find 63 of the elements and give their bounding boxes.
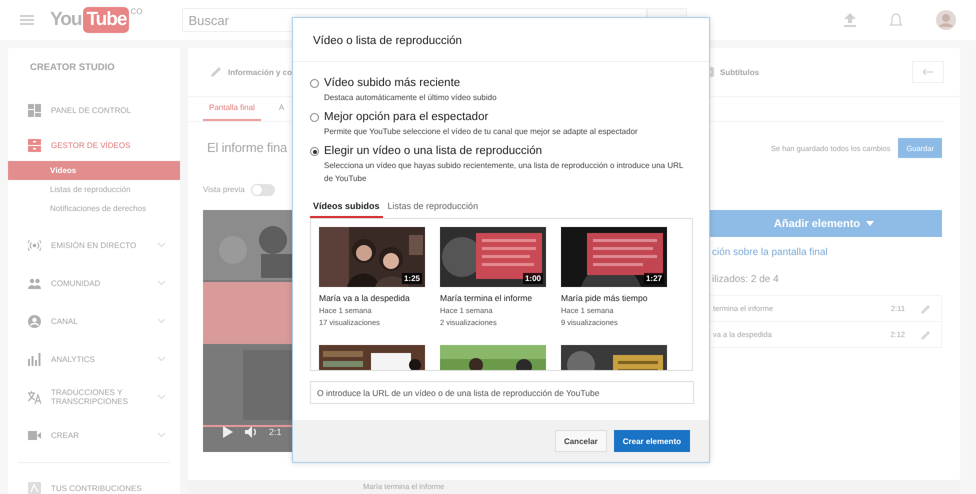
- pencil-icon[interactable]: [921, 304, 931, 314]
- video-title[interactable]: María pide más tiempo: [561, 293, 667, 303]
- sidebar-title: CREATOR STUDIO: [29, 62, 116, 75]
- avatar-icon[interactable]: [936, 10, 956, 30]
- people-icon: [28, 276, 41, 290]
- radio-button[interactable]: [310, 113, 319, 122]
- editor-tab[interactable]: Información y co: [210, 66, 700, 78]
- option-description: Permite que YouTube seleccione el vídeo de tu canal que mejor se adapte al espectador: [324, 126, 639, 138]
- dashboard-icon: [28, 104, 41, 116]
- video-title: El informe fina: [206, 139, 288, 157]
- sidebar-item[interactable]: EMISIÓN EN DIRECTO: [8, 226, 180, 264]
- url-field[interactable]: O introduce la URL de un vídeo o de una lista de reproducción de YouTube: [310, 381, 694, 404]
- duration-badge: 1:25: [402, 273, 422, 284]
- tab[interactable]: Listas de reproducción: [388, 201, 478, 218]
- radio-button[interactable]: [310, 147, 319, 156]
- video-title[interactable]: María termina el informe: [440, 293, 546, 303]
- duration-badge: 1:00: [522, 273, 543, 284]
- sidebar-item[interactable]: ANALYTICS: [8, 340, 180, 378]
- help-link[interactable]: ción sobre la pantalla final: [706, 247, 942, 258]
- back-arrow-icon: [923, 69, 933, 75]
- person-circle-icon: [28, 314, 41, 328]
- pencil-icon: [210, 66, 222, 78]
- bell-icon[interactable]: [890, 13, 902, 27]
- dialog-title: Vídeo o lista de reproducción: [293, 18, 709, 62]
- duration-badge: 1:27: [644, 273, 664, 284]
- option-label: Elegir un vídeo o una lista de reproducción: [324, 144, 544, 159]
- toggle-label: Vista previa: [203, 185, 245, 194]
- option-label: Mejor opción para el espectador: [324, 110, 490, 125]
- sidebar-subitem[interactable]: Vídeos: [8, 161, 180, 180]
- back-button[interactable]: [912, 61, 944, 83]
- sidebar-item[interactable]: PANEL DE CONTROL: [8, 91, 180, 129]
- video-manager-icon: [28, 138, 41, 152]
- pencil-icon[interactable]: [921, 330, 931, 340]
- option-description: Destaca automáticamente el último vídeo subido: [324, 92, 498, 104]
- option-description: Selecciona un vídeo que hayas subido recientemente, una lista de reproducción o introduce una URL de YouTube: [324, 160, 684, 185]
- sidebar-item[interactable]: CREAR: [8, 416, 180, 454]
- radio-button[interactable]: [310, 79, 319, 88]
- option-label: Vídeo subido más reciente: [324, 76, 462, 91]
- sidebar-subitem[interactable]: Listas de reproducción: [8, 180, 180, 199]
- upload-icon[interactable]: [844, 13, 856, 27]
- broadcast-icon: [28, 238, 41, 252]
- sidebar-item[interactable]: TRADUCCIONES Y TRANSCRIPCIONES: [8, 378, 180, 416]
- subtab[interactable]: A: [278, 97, 284, 121]
- create-button[interactable]: Crear elemento: [614, 430, 690, 452]
- sidebar-item[interactable]: TUS CONTRIBUCIONES: [8, 469, 180, 494]
- caret-icon: [866, 221, 874, 226]
- camera-icon: [28, 428, 41, 442]
- menu-icon[interactable]: [20, 15, 34, 25]
- sidebar-item[interactable]: CANAL: [8, 302, 180, 340]
- video-title[interactable]: María va a la despedida: [319, 293, 425, 303]
- sidebar-item[interactable]: GESTOR DE VÍDEOS: [8, 129, 180, 161]
- volume-icon[interactable]: [245, 426, 257, 438]
- subtab[interactable]: Pantalla final: [203, 97, 261, 121]
- preview-toggle[interactable]: [250, 184, 275, 196]
- time-label: 2:1: [269, 427, 282, 437]
- translate-icon: [28, 390, 41, 404]
- usage-count: ilizados: 2 de 4: [711, 274, 780, 285]
- tab[interactable]: Vídeos subidos: [310, 201, 383, 218]
- sidebar-subitem[interactable]: Notificaciones de derechos: [8, 199, 180, 218]
- sidebar-item[interactable]: COMUNIDAD: [8, 264, 180, 302]
- cancel-button[interactable]: Cancelar: [554, 430, 607, 452]
- bar-chart-icon: [28, 352, 41, 366]
- play-icon[interactable]: [223, 426, 233, 438]
